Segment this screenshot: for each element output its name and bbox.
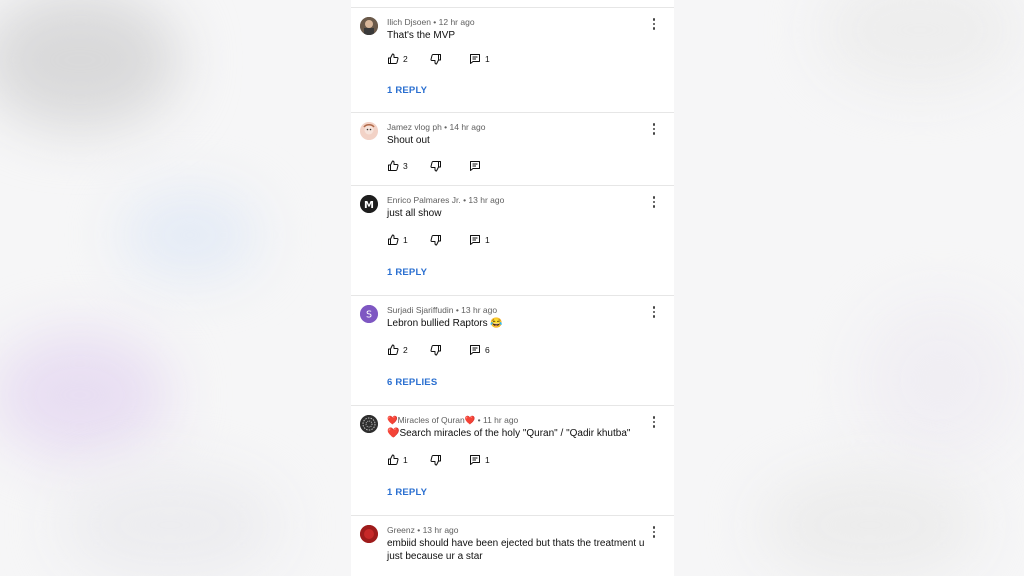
like-button[interactable]: 2 — [387, 53, 430, 65]
reply-count: 1 — [485, 54, 490, 64]
thumbs-down-icon — [430, 235, 441, 246]
dislike-button[interactable] — [430, 344, 469, 356]
comment-author[interactable]: Greenz • 13 hr ago — [387, 525, 459, 535]
comment-text: Shout out — [387, 135, 430, 146]
comment-author[interactable]: ❤️Miracles of Quran❤️ • 11 hr ago — [387, 415, 518, 426]
comment-text: ❤️Search miracles of the holy "Quran" / … — [387, 428, 631, 439]
dislike-button[interactable] — [430, 53, 469, 65]
comment-icon — [470, 455, 480, 465]
avatar[interactable]: S — [360, 305, 378, 323]
avatar[interactable] — [360, 415, 378, 433]
more-options-icon[interactable] — [648, 415, 660, 429]
comment-actions: 2 6 — [387, 343, 490, 357]
comment-text: Lebron bullied Raptors 😂 — [387, 318, 503, 329]
comment-actions: 3 — [387, 159, 481, 173]
reply-button[interactable]: 1 — [469, 53, 490, 65]
view-replies-link[interactable]: 6 REPLIES — [387, 377, 437, 388]
reply-button[interactable]: 1 — [469, 234, 490, 246]
view-replies-link[interactable]: 1 REPLY — [387, 487, 427, 498]
like-count: 1 — [403, 455, 408, 465]
comment-text: just all show — [387, 208, 442, 219]
comments-panel: Ilich Djsoen • 12 hr ago That's the MVP … — [351, 0, 674, 576]
like-button[interactable]: 2 — [387, 344, 430, 356]
thumbs-up-icon — [388, 454, 399, 465]
avatar[interactable] — [360, 525, 378, 543]
avatar-letter: M — [364, 200, 374, 211]
comment-icon — [470, 161, 480, 171]
comment-text: embiid should have been ejected but that… — [387, 538, 645, 562]
avatar[interactable] — [360, 17, 378, 35]
thumbs-up-icon — [388, 344, 399, 355]
comment-actions: 1 1 — [387, 453, 490, 467]
dislike-button[interactable] — [430, 234, 469, 246]
comment-item: Jamez vlog ph • 14 hr ago Shout out 3 — [351, 113, 674, 186]
thumbs-down-icon — [430, 345, 441, 356]
view-replies-link[interactable]: 1 REPLY — [387, 267, 427, 278]
reply-button[interactable] — [469, 160, 481, 172]
reply-count: 6 — [485, 345, 490, 355]
comment-item: S Surjadi Sjariffudin • 13 hr ago Lebron… — [351, 296, 674, 406]
avatar-letter: S — [366, 310, 372, 321]
comment-author[interactable]: Enrico Palmares Jr. • 13 hr ago — [387, 195, 504, 205]
comment-item: Ilich Djsoen • 12 hr ago That's the MVP … — [351, 8, 674, 113]
more-options-icon[interactable] — [648, 525, 660, 539]
thumbs-up-icon — [388, 53, 399, 64]
comment-actions: 2 1 — [387, 52, 490, 66]
view-replies-link[interactable]: 1 REPLY — [387, 85, 427, 96]
comment-item: M Enrico Palmares Jr. • 13 hr ago just a… — [351, 186, 674, 296]
like-button[interactable]: 1 — [387, 454, 430, 466]
comment-actions: 1 1 — [387, 233, 490, 247]
avatar[interactable] — [360, 122, 378, 140]
comment-item: ❤️Miracles of Quran❤️ • 11 hr ago ❤️Sear… — [351, 406, 674, 516]
comment-author[interactable]: Surjadi Sjariffudin • 13 hr ago — [387, 305, 497, 315]
dislike-button[interactable] — [430, 454, 469, 466]
reply-count: 1 — [485, 455, 490, 465]
comment-icon — [470, 235, 480, 245]
thumbs-up-icon — [388, 234, 399, 245]
like-count: 2 — [403, 345, 408, 355]
like-count: 1 — [403, 235, 408, 245]
thumbs-up-icon — [388, 160, 399, 171]
avatar[interactable]: M — [360, 195, 378, 213]
thumbs-down-icon — [430, 455, 441, 466]
reply-button[interactable]: 6 — [469, 344, 490, 356]
more-options-icon[interactable] — [648, 122, 660, 136]
comment-author[interactable]: Ilich Djsoen • 12 hr ago — [387, 17, 475, 27]
comment-item: Greenz • 13 hr ago embiid should have be… — [351, 516, 674, 576]
like-button[interactable]: 3 — [387, 160, 430, 172]
reply-count: 1 — [485, 235, 490, 245]
thumbs-down-icon — [430, 54, 441, 65]
more-options-icon[interactable] — [648, 17, 660, 31]
more-options-icon[interactable] — [648, 195, 660, 209]
comment-icon — [470, 345, 480, 355]
dislike-button[interactable] — [430, 160, 469, 172]
more-options-icon[interactable] — [648, 305, 660, 319]
like-button[interactable]: 1 — [387, 234, 430, 246]
comment-text: That's the MVP — [387, 30, 456, 41]
thumbs-down-icon — [430, 161, 441, 172]
like-count: 2 — [403, 54, 408, 64]
reply-button[interactable]: 1 — [469, 454, 490, 466]
like-count: 3 — [403, 161, 408, 171]
comment-icon — [470, 54, 480, 64]
comment-author[interactable]: Jamez vlog ph • 14 hr ago — [387, 122, 485, 132]
